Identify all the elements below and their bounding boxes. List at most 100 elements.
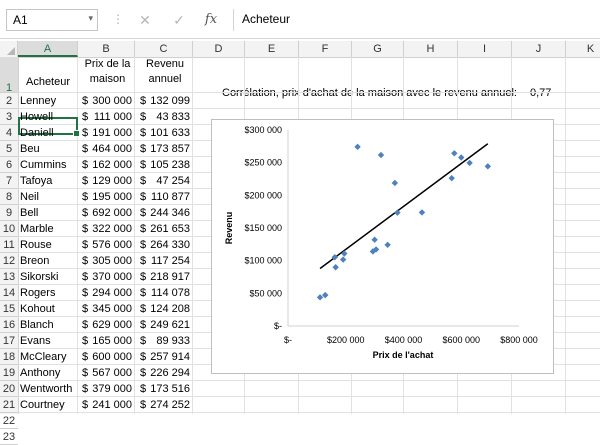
cell-buyer-name[interactable]: Anthony [20, 365, 78, 381]
row-header-9[interactable]: 9 [0, 205, 18, 221]
cell-buyer-name[interactable]: Wentworth [20, 381, 78, 397]
name-box[interactable]: A1 ▾ [6, 9, 98, 31]
row-header-11[interactable]: 11 [0, 237, 18, 253]
cell-house-price[interactable]: $241 000 [78, 397, 136, 413]
cell-house-price[interactable]: $129 000 [78, 173, 136, 189]
cell-house-price[interactable]: $111 000 [78, 109, 136, 125]
row-header-6[interactable]: 6 [0, 157, 18, 173]
cell-annual-income[interactable]: $218 917 [136, 269, 194, 285]
cell-house-price[interactable]: $600 000 [78, 349, 136, 365]
insert-function-button[interactable]: fx [200, 10, 222, 30]
data-point[interactable] [377, 151, 385, 159]
cell-buyer-name[interactable]: Sikorski [20, 269, 78, 285]
cell-annual-income[interactable]: $124 208 [136, 301, 194, 317]
scatter-chart[interactable]: Prix de l'achat Revenu $- $50 000 $100 000… [211, 119, 554, 374]
row-header-15[interactable]: 15 [0, 301, 18, 317]
chevron-down-icon[interactable]: ▾ [88, 13, 93, 24]
cell-buyer-name[interactable]: Rouse [20, 237, 78, 253]
column-header-a[interactable]: A [18, 41, 78, 57]
row-header-8[interactable]: 8 [0, 189, 18, 205]
enter-icon[interactable]: ✓ [168, 10, 190, 30]
row-header-12[interactable]: 12 [0, 253, 18, 269]
cell-annual-income[interactable]: $173 516 [136, 381, 194, 397]
cell-buyer-name[interactable]: Daniell [20, 125, 78, 141]
data-point[interactable] [466, 159, 473, 167]
cell-buyer-name[interactable]: Bell [20, 205, 78, 221]
cell-annual-income[interactable]: $249 621 [136, 317, 194, 333]
cell-house-price[interactable]: $165 000 [78, 333, 136, 349]
cell-annual-income[interactable]: $173 857 [136, 141, 194, 157]
cell-buyer-name[interactable]: Kohout [20, 301, 78, 317]
cell-annual-income[interactable]: $114 078 [136, 285, 194, 301]
cell-annual-income[interactable]: $132 099 [136, 93, 194, 109]
row-header-13[interactable]: 13 [0, 269, 18, 285]
cell-annual-income[interactable]: $261 653 [136, 221, 194, 237]
data-point[interactable] [391, 179, 399, 187]
row-header-20[interactable]: 20 [0, 381, 18, 397]
column-header-d[interactable]: D [193, 41, 245, 57]
column-header-f[interactable]: F [299, 41, 352, 57]
row-header-1[interactable]: 1 [0, 57, 18, 94]
column-header-k[interactable]: K [566, 41, 600, 57]
cell-annual-income[interactable]: $226 294 [136, 365, 194, 381]
data-point[interactable] [451, 150, 458, 157]
row-header-5[interactable]: 5 [0, 141, 18, 157]
column-header-b[interactable]: B [78, 41, 135, 57]
correlation-value[interactable]: 0,77 [530, 85, 551, 101]
data-point[interactable] [394, 209, 401, 216]
row-header-7[interactable]: 7 [0, 173, 18, 189]
cell-annual-income[interactable]: $264 330 [136, 237, 194, 253]
cell-house-price[interactable]: $370 000 [78, 269, 136, 285]
header-price-line1[interactable]: Prix de la [79, 57, 136, 71]
data-point[interactable] [371, 236, 378, 243]
cell-house-price[interactable]: $162 000 [78, 157, 136, 173]
cell-annual-income[interactable]: $244 346 [136, 205, 194, 221]
data-point[interactable] [332, 264, 339, 271]
cell-house-price[interactable]: $464 000 [78, 141, 136, 157]
header-income-line1[interactable]: Revenu [136, 57, 194, 71]
drag-handle-icon[interactable]: ⋮ [112, 12, 124, 26]
cell-buyer-name[interactable]: Rogers [20, 285, 78, 301]
cell-house-price[interactable]: $692 000 [78, 205, 136, 221]
cell-buyer-name[interactable]: McCleary [20, 349, 78, 365]
cell-buyer-name[interactable]: Beu [20, 141, 78, 157]
cell-annual-income[interactable]: $257 914 [136, 349, 194, 365]
cell-house-price[interactable]: $345 000 [78, 301, 136, 317]
cancel-icon[interactable]: ✕ [134, 10, 156, 30]
cell-annual-income[interactable]: $117 254 [136, 253, 194, 269]
cell-house-price[interactable]: $305 000 [78, 253, 136, 269]
row-header-19[interactable]: 19 [0, 365, 18, 381]
row-header-3[interactable]: 3 [0, 109, 18, 125]
column-header-h[interactable]: H [404, 41, 458, 57]
cell-buyer-name[interactable]: Blanch [20, 317, 78, 333]
data-point[interactable] [354, 143, 361, 151]
column-header-j[interactable]: J [512, 41, 566, 57]
row-header-16[interactable]: 16 [0, 317, 18, 333]
cell-buyer-name[interactable]: Courtney [20, 397, 78, 413]
data-point[interactable] [484, 163, 492, 170]
cell-annual-income[interactable]: $89 933 [136, 333, 194, 349]
cell-annual-income[interactable]: $105 238 [136, 157, 194, 173]
select-all-button[interactable] [0, 41, 18, 57]
cell-buyer-name[interactable]: Breon [20, 253, 78, 269]
correlation-label[interactable]: Corrélation, prix d'achat de la maison a… [222, 85, 517, 101]
cell-house-price[interactable]: $294 000 [78, 285, 136, 301]
data-point[interactable] [384, 241, 391, 249]
row-header-18[interactable]: 18 [0, 349, 18, 365]
cell-buyer-name[interactable]: Howell [20, 109, 78, 125]
row-header-10[interactable]: 10 [0, 221, 18, 237]
column-header-i[interactable]: I [458, 41, 512, 57]
cell-house-price[interactable]: $191 000 [78, 125, 136, 141]
cell-annual-income[interactable]: $274 252 [136, 397, 194, 413]
row-header-14[interactable]: 14 [0, 285, 18, 301]
row-header-2[interactable]: 2 [0, 93, 18, 109]
cell-house-price[interactable]: $576 000 [78, 237, 136, 253]
cell-house-price[interactable]: $629 000 [78, 317, 136, 333]
cell-buyer-name[interactable]: Neil [20, 189, 78, 205]
cell-buyer-name[interactable]: Evans [20, 333, 78, 349]
column-header-g[interactable]: G [352, 41, 404, 57]
cell-house-price[interactable]: $300 000 [78, 93, 136, 109]
data-point[interactable] [458, 154, 465, 161]
row-header-22[interactable]: 22 [0, 413, 18, 429]
data-point[interactable] [339, 256, 347, 263]
